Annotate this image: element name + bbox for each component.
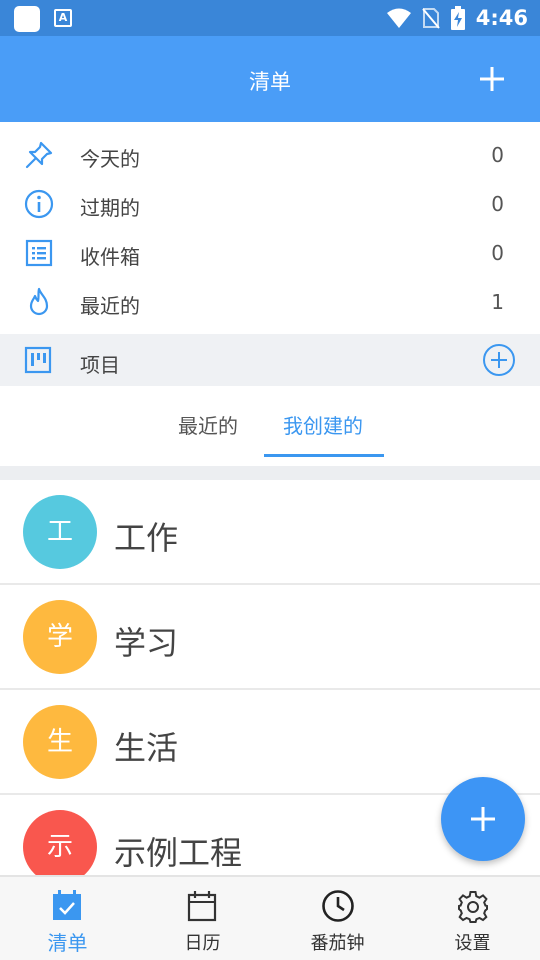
menu-item-recent[interactable]: 最近的 1	[0, 278, 540, 327]
page-title: 清单	[249, 70, 291, 94]
notification-app-icon	[14, 6, 40, 32]
status-bar: A 4:46	[0, 0, 540, 36]
status-right-group: 4:46	[386, 4, 528, 32]
plus-icon	[471, 807, 495, 831]
flame-icon	[29, 287, 49, 316]
nav-item-settings[interactable]: 设置	[405, 877, 540, 960]
menu-item-today[interactable]: 今天的 0	[0, 131, 540, 180]
project-name: 示例工程	[114, 834, 243, 872]
checklist-icon	[53, 890, 81, 920]
menu-item-label: 最近的	[80, 294, 140, 318]
tab-recent[interactable]: 最近的	[178, 410, 238, 439]
app-bar: 清单	[0, 36, 540, 122]
calendar-icon	[187, 891, 217, 922]
project-avatar: 生	[23, 705, 97, 779]
nav-item-label: 番茄钟	[310, 933, 365, 954]
tab-active-indicator	[264, 454, 384, 457]
nav-item-label: 设置	[454, 933, 491, 954]
pin-icon	[25, 141, 53, 169]
menu-item-inbox[interactable]: 收件箱 0	[0, 229, 540, 278]
no-sim-icon	[422, 8, 440, 29]
info-icon	[24, 189, 54, 219]
menu-item-count: 1	[491, 290, 504, 314]
nav-item-pomodoro[interactable]: 番茄钟	[270, 877, 405, 960]
project-avatar: 示	[23, 810, 97, 875]
wifi-icon	[386, 8, 411, 28]
menu-item-count: 0	[491, 143, 504, 167]
kanban-icon	[24, 346, 52, 374]
clock-icon	[322, 890, 354, 922]
project-item-study[interactable]: 学 学习	[0, 585, 540, 690]
project-item-work[interactable]: 工 工作	[0, 480, 540, 585]
add-task-fab[interactable]	[441, 777, 525, 861]
nav-item-label: 日历	[184, 933, 221, 954]
menu-item-count: 0	[491, 192, 504, 216]
projects-header: 项目	[0, 334, 540, 386]
add-icon[interactable]	[472, 59, 512, 99]
menu-item-overdue[interactable]: 过期的 0	[0, 180, 540, 229]
menu-item-label: 收件箱	[80, 245, 140, 269]
project-name: 学习	[114, 624, 179, 662]
project-avatar: 学	[23, 600, 97, 674]
menu-item-count: 0	[491, 241, 504, 265]
menu-item-label: 过期的	[80, 196, 140, 220]
menu-item-label: 今天的	[80, 147, 140, 171]
bottom-navigation: 清单 日历 番茄钟 设置	[0, 875, 540, 960]
nav-item-label: 清单	[47, 931, 88, 955]
project-name: 生活	[114, 729, 179, 767]
project-name: 工作	[114, 519, 179, 557]
projects-header-label: 项目	[80, 353, 120, 377]
tab-created-by-me[interactable]: 我创建的	[283, 410, 363, 439]
nav-item-calendar[interactable]: 日历	[135, 877, 270, 960]
inbox-list-icon	[25, 239, 53, 267]
project-tabs: 最近的 我创建的	[0, 386, 540, 466]
add-project-circle-icon[interactable]	[482, 343, 516, 377]
nav-item-lists[interactable]: 清单	[0, 877, 135, 960]
status-time: 4:46	[475, 6, 528, 30]
project-item-life[interactable]: 生 生活	[0, 690, 540, 795]
section-divider	[0, 466, 540, 480]
battery-charging-icon	[450, 6, 465, 30]
gear-icon	[458, 891, 488, 923]
keyboard-a-icon: A	[54, 9, 72, 27]
project-avatar: 工	[23, 495, 97, 569]
